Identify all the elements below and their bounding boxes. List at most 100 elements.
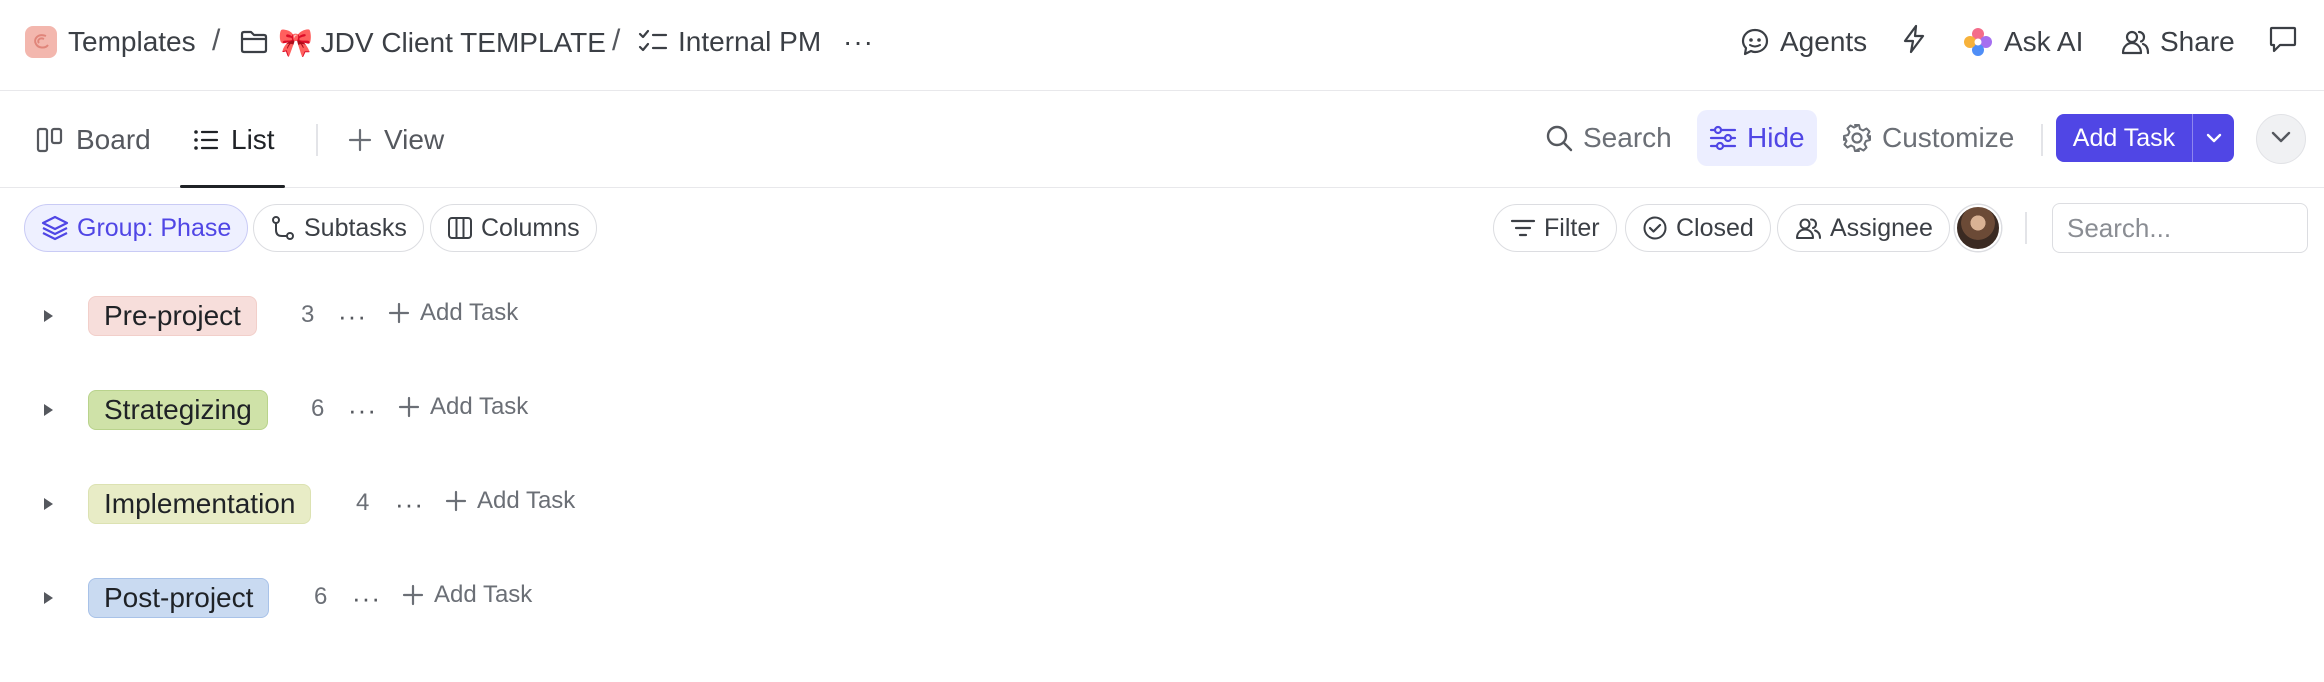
- breadcrumb-separator: /: [612, 24, 621, 57]
- plus-icon: [388, 302, 410, 324]
- group-pill[interactable]: Post-project: [88, 578, 270, 618]
- filter-label: Filter: [1544, 213, 1600, 242]
- group-add-task-button[interactable]: Add Task: [445, 487, 575, 515]
- columns-icon: [447, 215, 473, 241]
- search-icon: [1545, 124, 1573, 152]
- check-circle-icon: [1642, 215, 1668, 241]
- templates-icon: [24, 25, 58, 59]
- customize-label: Customize: [1882, 122, 2015, 153]
- agents-button[interactable]: Agents: [1740, 22, 1867, 62]
- group-more-button[interactable]: ···: [395, 489, 424, 520]
- plus-icon: [445, 490, 467, 512]
- add-task-label: Add Task: [434, 581, 533, 608]
- group-more-button[interactable]: ···: [338, 301, 367, 332]
- group-pill[interactable]: Strategizing: [88, 390, 268, 430]
- lightning-icon: [1900, 24, 1928, 61]
- board-icon: [36, 126, 64, 154]
- breadcrumb-label: Internal PM: [678, 26, 822, 57]
- group-count: 6: [314, 583, 328, 610]
- tab-label: Board: [76, 123, 151, 155]
- search-button[interactable]: Search: [1533, 110, 1684, 166]
- breadcrumb-templates[interactable]: Templates: [24, 22, 196, 62]
- view-bar: Board List View Search Hide Customize Ad…: [0, 92, 2324, 188]
- plus-icon: [402, 584, 424, 606]
- ai-sparkle-icon: [1962, 26, 1994, 58]
- assignee-icon: [1794, 215, 1822, 241]
- group-by-chip[interactable]: Group: Phase: [24, 204, 249, 252]
- group-more-button[interactable]: ···: [352, 583, 381, 614]
- assignee-label: Assignee: [1830, 213, 1933, 242]
- breadcrumb-separator: /: [212, 24, 221, 57]
- group-header-pre-project: Pre-project 3 ··· Add Task: [0, 291, 700, 341]
- group-add-task-button[interactable]: Add Task: [402, 581, 532, 609]
- group-header-strategizing: Strategizing 6 ··· Add Task: [0, 385, 700, 435]
- breadcrumb-label: Templates: [68, 26, 196, 57]
- filter-icon: [1510, 217, 1536, 239]
- add-view-label: View: [384, 123, 445, 155]
- checklist-icon: [638, 28, 668, 56]
- gear-icon: [1842, 123, 1872, 153]
- group-count: 3: [301, 301, 315, 328]
- subtasks-chip[interactable]: Subtasks: [253, 204, 424, 252]
- group-more-button[interactable]: ···: [348, 395, 377, 426]
- ask-ai-button[interactable]: Ask AI: [1962, 22, 2083, 62]
- list-icon: [193, 128, 219, 152]
- tab-label: List: [231, 123, 275, 155]
- folder-icon: [240, 29, 268, 55]
- closed-label: Closed: [1676, 213, 1754, 242]
- share-label: Share: [2160, 26, 2235, 57]
- share-button[interactable]: Share: [2120, 22, 2235, 62]
- hide-label: Hide: [1747, 122, 1805, 153]
- caret-right-icon[interactable]: [38, 494, 58, 514]
- top-bar: Templates / 🎀 JDV Client TEMPLATE / Inte…: [0, 0, 2324, 91]
- sliders-icon: [1709, 125, 1737, 151]
- add-task-label: Add Task: [477, 487, 576, 514]
- add-task-label: Add Task: [2072, 123, 2176, 152]
- automations-button[interactable]: [1900, 22, 1928, 62]
- filter-chip[interactable]: Filter: [1493, 204, 1617, 252]
- breadcrumb-list[interactable]: Internal PM: [638, 22, 821, 62]
- assignee-chip[interactable]: Assignee: [1777, 204, 1950, 252]
- caret-right-icon[interactable]: [38, 400, 58, 420]
- collapse-toggle-button[interactable]: [2256, 114, 2306, 164]
- closed-chip[interactable]: Closed: [1625, 204, 1771, 252]
- tab-board[interactable]: Board: [36, 92, 151, 187]
- plus-icon: [348, 128, 372, 152]
- group-pill[interactable]: Pre-project: [88, 296, 257, 336]
- subtasks-icon: [270, 215, 296, 241]
- caret-right-icon[interactable]: [38, 588, 58, 608]
- add-task-label: Add Task: [430, 393, 529, 420]
- view-divider: [316, 124, 318, 156]
- filter-divider: [2025, 212, 2027, 244]
- layers-icon: [41, 214, 69, 242]
- group-count: 6: [311, 395, 325, 422]
- columns-chip[interactable]: Columns: [430, 204, 597, 252]
- group-header-implementation: Implementation 4 ··· Add Task: [0, 479, 700, 529]
- group-header-post-project: Post-project 6 ··· Add Task: [0, 573, 700, 623]
- group-by-label: Group: Phase: [77, 213, 232, 242]
- add-view-button[interactable]: View: [348, 92, 444, 187]
- hide-button[interactable]: Hide: [1697, 110, 1817, 166]
- group-pill[interactable]: Implementation: [88, 484, 312, 524]
- breadcrumb-more-button[interactable]: ···: [843, 22, 874, 62]
- tab-list[interactable]: List: [180, 92, 285, 188]
- chevron-down-icon[interactable]: [2192, 114, 2234, 162]
- view-divider: [2041, 124, 2043, 156]
- chevron-down-icon: [2270, 130, 2292, 149]
- agents-label: Agents: [1780, 26, 1868, 57]
- add-task-label: Add Task: [420, 299, 519, 326]
- comments-button[interactable]: [2268, 22, 2298, 62]
- breadcrumb-label: 🎀 JDV Client TEMPLATE: [278, 26, 606, 58]
- group-add-task-button[interactable]: Add Task: [398, 393, 528, 421]
- search-input[interactable]: [2052, 203, 2308, 253]
- comment-icon: [2268, 24, 2298, 61]
- breadcrumb-folder[interactable]: 🎀 JDV Client TEMPLATE: [240, 22, 606, 62]
- customize-button[interactable]: Customize: [1830, 110, 2026, 166]
- group-add-task-button[interactable]: Add Task: [388, 299, 518, 327]
- caret-right-icon[interactable]: [38, 306, 58, 326]
- avatar[interactable]: [1955, 205, 2001, 251]
- subtasks-label: Subtasks: [304, 213, 407, 242]
- plus-icon: [398, 396, 420, 418]
- add-task-button[interactable]: Add Task: [2056, 114, 2234, 162]
- ask-ai-label: Ask AI: [2004, 26, 2084, 57]
